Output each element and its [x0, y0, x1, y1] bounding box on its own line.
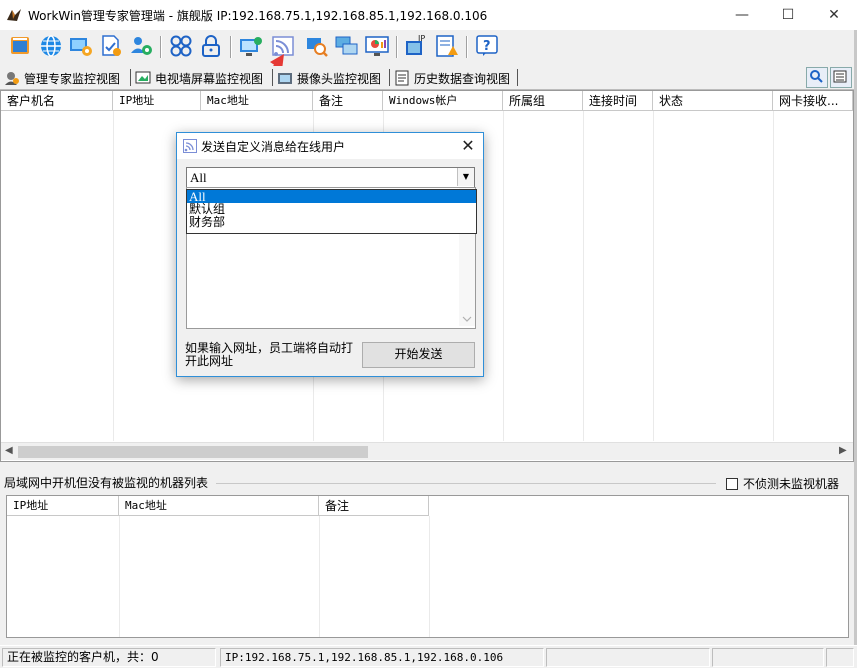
maximize-button[interactable]: ☐: [765, 0, 811, 30]
grid-line: [653, 111, 654, 441]
list-view-button[interactable]: [830, 67, 852, 88]
scroll-left-icon[interactable]: ◀: [5, 445, 13, 456]
column-client-name[interactable]: 客户机名: [1, 91, 113, 111]
scroll-right-icon[interactable]: ▶: [839, 445, 847, 456]
no-detect-checkbox[interactable]: [726, 478, 738, 490]
grid-line: [503, 111, 504, 441]
ip-config-icon[interactable]: IP: [404, 33, 430, 59]
horizontal-scrollbar[interactable]: ◀ ▶: [1, 442, 853, 460]
tv-wall-icon: [135, 71, 151, 84]
zoom-button[interactable]: [806, 67, 828, 88]
no-detect-label[interactable]: 不侦测未监视机器: [743, 475, 839, 492]
column-mac[interactable]: Mac地址: [201, 91, 313, 111]
toolbar-separator: [466, 36, 468, 58]
help-icon[interactable]: ?: [474, 33, 500, 59]
magnifier-icon: [810, 70, 823, 83]
column-group[interactable]: 所属组: [503, 91, 583, 111]
column-nic-receive[interactable]: 网卡接收...: [773, 91, 853, 111]
monitor-chart-icon[interactable]: [364, 33, 390, 59]
status-ip: IP:192.168.75.1,192.168.85.1,192.168.0.1…: [220, 648, 544, 667]
tab-label: 电视墙屏幕监控视图: [155, 71, 264, 86]
toolbar: IP ?: [0, 30, 857, 66]
svg-text:?: ?: [483, 39, 491, 54]
column-mac[interactable]: Mac地址: [119, 496, 319, 516]
app-logo-icon: [7, 9, 21, 21]
column-connect-time[interactable]: 连接时间: [583, 91, 653, 111]
document-check-icon[interactable]: [98, 33, 124, 59]
dialog-title: 发送自定义消息给在线用户: [201, 140, 346, 154]
column-note[interactable]: 备注: [313, 91, 383, 111]
dialog-title-bar: 发送自定义消息给在线用户 ✕: [177, 133, 483, 159]
group-dropdown-list[interactable]: All 默认组 财务部: [186, 189, 477, 234]
column-ip[interactable]: IP地址: [7, 496, 119, 516]
tab-tv-wall-view[interactable]: 电视墙屏幕监控视图: [135, 68, 263, 88]
dropdown-option[interactable]: 默认组: [187, 203, 476, 216]
tab-separator: [517, 69, 518, 86]
users-settings-icon[interactable]: [128, 33, 154, 59]
manager-icon: [5, 72, 19, 85]
column-ip[interactable]: IP地址: [113, 91, 201, 111]
column-windows-account[interactable]: Windows帐户: [383, 91, 503, 111]
view-tabs: 管理专家监控视图 电视墙屏幕监控视图 摄像头监控视图 历史数据查询视图: [0, 66, 857, 90]
toolbar-separator: [396, 36, 398, 58]
history-icon: [395, 70, 409, 86]
dialog-hint: 如果输入网址，员工端将自动打开此网址: [185, 341, 354, 368]
dropdown-option[interactable]: All: [187, 190, 476, 203]
layout-icon[interactable]: [8, 33, 34, 59]
send-message-dialog: 发送自定义消息给在线用户 ✕ All ▼ All 默认组 财务部 如果输入网址，…: [176, 132, 484, 377]
unmonitored-grid[interactable]: IP地址 Mac地址 备注: [6, 495, 849, 638]
globe-icon[interactable]: [38, 33, 64, 59]
lock-icon[interactable]: [198, 33, 224, 59]
grid-line: [319, 516, 320, 637]
status-bar: 正在被监控的客户机，共：0 IP:192.168.75.1,192.168.85…: [0, 645, 857, 668]
scroll-thumb[interactable]: [18, 446, 368, 458]
grid-line: [583, 111, 584, 441]
group-select-value: All: [190, 170, 207, 185]
tab-label: 管理专家监控视图: [24, 71, 121, 86]
chevron-down-icon[interactable]: [459, 314, 475, 324]
send-button[interactable]: 开始发送: [362, 342, 475, 368]
grid-line: [429, 516, 430, 637]
dropdown-option[interactable]: 财务部: [187, 216, 476, 229]
tab-manager-view[interactable]: 管理专家监控视图: [4, 68, 120, 88]
tab-separator: [389, 69, 390, 86]
grid-line: [773, 111, 774, 441]
dialog-close-button[interactable]: ✕: [453, 133, 483, 159]
tab-separator: [130, 69, 131, 86]
status-panel: [712, 648, 824, 667]
grid-circles-icon[interactable]: [168, 33, 194, 59]
broadcast-message-icon: [183, 139, 197, 153]
tab-separator: [272, 69, 273, 86]
minimize-button[interactable]: —: [719, 0, 765, 30]
title-bar: WorkWin管理专家管理端 - 旗舰版 IP:192.168.75.1,192…: [0, 0, 857, 30]
monitor-settings-icon[interactable]: [68, 33, 94, 59]
unmonitored-list-title: 局域网中开机但没有被监视的机器列表: [4, 476, 209, 490]
tab-history-view[interactable]: 历史数据查询视图: [394, 68, 510, 88]
tab-label: 摄像头监控视图: [297, 71, 382, 86]
grid-line: [119, 516, 120, 637]
svg-text:IP: IP: [418, 34, 425, 43]
status-panel: [826, 648, 854, 667]
chevron-down-icon[interactable]: ▼: [457, 168, 474, 186]
column-status[interactable]: 状态: [653, 91, 773, 111]
camera-icon: [278, 73, 292, 84]
grid-line: [113, 111, 114, 441]
tab-label: 历史数据查询视图: [414, 71, 511, 86]
group-divider: [216, 483, 716, 484]
toolbar-separator: [230, 36, 232, 58]
alert-report-icon[interactable]: [434, 33, 460, 59]
search-computer-icon[interactable]: [304, 33, 330, 59]
close-button[interactable]: ✕: [811, 0, 857, 30]
status-monitored-count: 正在被监控的客户机，共：0: [2, 648, 216, 667]
group-select[interactable]: All ▼: [186, 167, 475, 189]
tab-camera-view[interactable]: 摄像头监控视图: [277, 68, 381, 88]
screens-icon[interactable]: [334, 33, 360, 59]
status-panel: [546, 648, 710, 667]
toolbar-separator: [160, 36, 162, 58]
window-title: WorkWin管理专家管理端 - 旗舰版 IP:192.168.75.1,192…: [28, 9, 488, 23]
column-note[interactable]: 备注: [319, 496, 429, 516]
list-icon: [833, 70, 847, 83]
